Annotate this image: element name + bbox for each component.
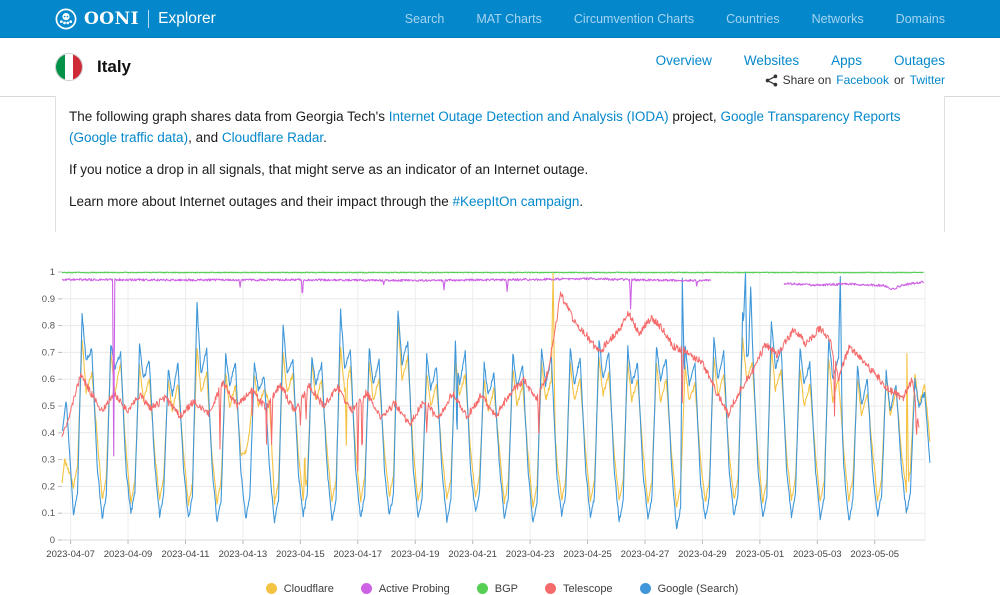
intro-text: project, xyxy=(669,109,721,124)
legend-item-google-search: Google (Search) xyxy=(640,583,739,595)
intro-text: . xyxy=(323,130,327,145)
svg-text:0.4: 0.4 xyxy=(42,427,55,438)
brand-name: OONI xyxy=(84,9,139,29)
legend-label: Cloudflare xyxy=(284,583,334,595)
svg-text:0.9: 0.9 xyxy=(42,293,55,304)
tab-websites[interactable]: Websites xyxy=(744,53,799,68)
svg-text:2023-04-19: 2023-04-19 xyxy=(391,549,440,560)
svg-text:0: 0 xyxy=(50,535,55,546)
svg-text:2023-04-07: 2023-04-07 xyxy=(46,549,95,560)
italy-flag-icon xyxy=(55,53,83,81)
svg-text:2023-04-23: 2023-04-23 xyxy=(506,549,555,560)
nav-item-circumvention-charts[interactable]: Circumvention Charts xyxy=(574,12,694,26)
share-facebook-link[interactable]: Facebook xyxy=(836,73,889,87)
top-navbar: OONI Explorer Search MAT Charts Circumve… xyxy=(0,0,1000,38)
legend-dot-icon xyxy=(545,583,556,594)
page-title: Italy xyxy=(97,57,131,77)
legend-label: Google (Search) xyxy=(658,583,739,595)
share-prefix: Share on xyxy=(783,73,832,87)
svg-text:2023-04-29: 2023-04-29 xyxy=(678,549,727,560)
svg-text:2023-05-05: 2023-05-05 xyxy=(850,549,899,560)
brand-divider xyxy=(148,10,149,28)
legend-dot-icon xyxy=(640,583,651,594)
legend-label: Telescope xyxy=(563,583,613,595)
svg-text:0.6: 0.6 xyxy=(42,374,55,385)
svg-text:2023-04-21: 2023-04-21 xyxy=(448,549,497,560)
svg-text:2023-05-01: 2023-05-01 xyxy=(736,549,785,560)
outages-intro-card: The following graph shares data from Geo… xyxy=(55,96,945,232)
nav-item-countries[interactable]: Countries xyxy=(726,12,780,26)
ooni-explorer-brand-link[interactable]: OONI Explorer xyxy=(55,8,216,30)
outage-signals-chart: 0 0.1 0.2 0.3 0.4 0.5 0.6 0.7 0.8 0.9 1 2023-04-07 2… xyxy=(40,266,964,566)
svg-text:0.7: 0.7 xyxy=(42,347,55,358)
country-header: Italy Overview Websites Apps Outages xyxy=(0,38,1000,97)
tab-overview[interactable]: Overview xyxy=(656,53,712,68)
legend-item-telescope: Telescope xyxy=(545,583,613,595)
share-row: Share on Facebook or Twitter xyxy=(765,73,945,87)
intro-text: . xyxy=(579,194,583,209)
tab-apps[interactable]: Apps xyxy=(831,53,862,68)
outage-chart-section: 0 0.1 0.2 0.3 0.4 0.5 0.6 0.7 0.8 0.9 1 2023-04-07 2… xyxy=(40,266,964,595)
svg-text:2023-04-25: 2023-04-25 xyxy=(563,549,612,560)
legend-dot-icon xyxy=(361,583,372,594)
svg-text:2023-04-27: 2023-04-27 xyxy=(621,549,670,560)
svg-text:2023-04-09: 2023-04-09 xyxy=(104,549,153,560)
ioda-link[interactable]: Internet Outage Detection and Analysis (… xyxy=(389,109,669,124)
svg-text:2023-04-17: 2023-04-17 xyxy=(333,549,382,560)
intro-paragraph-1: The following graph shares data from Geo… xyxy=(69,107,931,149)
svg-text:2023-04-15: 2023-04-15 xyxy=(276,549,325,560)
legend-item-cloudflare: Cloudflare xyxy=(266,583,334,595)
svg-text:0.2: 0.2 xyxy=(42,481,55,492)
legend-dot-icon xyxy=(477,583,488,594)
brand-product: Explorer xyxy=(158,10,216,28)
intro-paragraph-2: If you notice a drop in all signals, tha… xyxy=(69,160,931,181)
keepiton-link[interactable]: #KeepItOn campaign xyxy=(453,194,580,209)
intro-paragraph-3: Learn more about Internet outages and th… xyxy=(69,192,931,213)
nav-item-search[interactable]: Search xyxy=(405,12,445,26)
tab-outages[interactable]: Outages xyxy=(894,53,945,68)
intro-text: The following graph shares data from Geo… xyxy=(69,109,389,124)
intro-text: Learn more about Internet outages and th… xyxy=(69,194,453,209)
share-or: or xyxy=(894,73,905,87)
nav-item-domains[interactable]: Domains xyxy=(896,12,945,26)
nav-item-mat-charts[interactable]: MAT Charts xyxy=(476,12,542,26)
intro-text: , and xyxy=(188,130,222,145)
chart-legend: Cloudflare Active Probing BGP Telescope Goog… xyxy=(40,583,964,595)
svg-text:0.3: 0.3 xyxy=(42,454,55,465)
svg-text:0.8: 0.8 xyxy=(42,320,55,331)
share-twitter-link[interactable]: Twitter xyxy=(910,73,945,87)
legend-item-active-probing: Active Probing xyxy=(361,583,450,595)
legend-item-bgp: BGP xyxy=(477,583,518,595)
legend-label: Active Probing xyxy=(379,583,450,595)
legend-label: BGP xyxy=(495,583,518,595)
cloudflare-radar-link[interactable]: Cloudflare Radar xyxy=(222,130,323,145)
svg-text:0.1: 0.1 xyxy=(42,508,55,519)
country-tabs: Overview Websites Apps Outages xyxy=(656,53,945,68)
svg-text:2023-04-13: 2023-04-13 xyxy=(219,549,268,560)
svg-text:0.5: 0.5 xyxy=(42,401,55,412)
svg-text:1: 1 xyxy=(50,267,55,278)
main-nav: Search MAT Charts Circumvention Charts C… xyxy=(405,12,945,26)
ooni-octopus-logo-icon xyxy=(55,8,77,30)
nav-item-networks[interactable]: Networks xyxy=(812,12,864,26)
share-icon xyxy=(765,74,778,87)
svg-text:2023-04-11: 2023-04-11 xyxy=(162,549,210,560)
svg-text:2023-05-03: 2023-05-03 xyxy=(793,549,842,560)
legend-dot-icon xyxy=(266,583,277,594)
